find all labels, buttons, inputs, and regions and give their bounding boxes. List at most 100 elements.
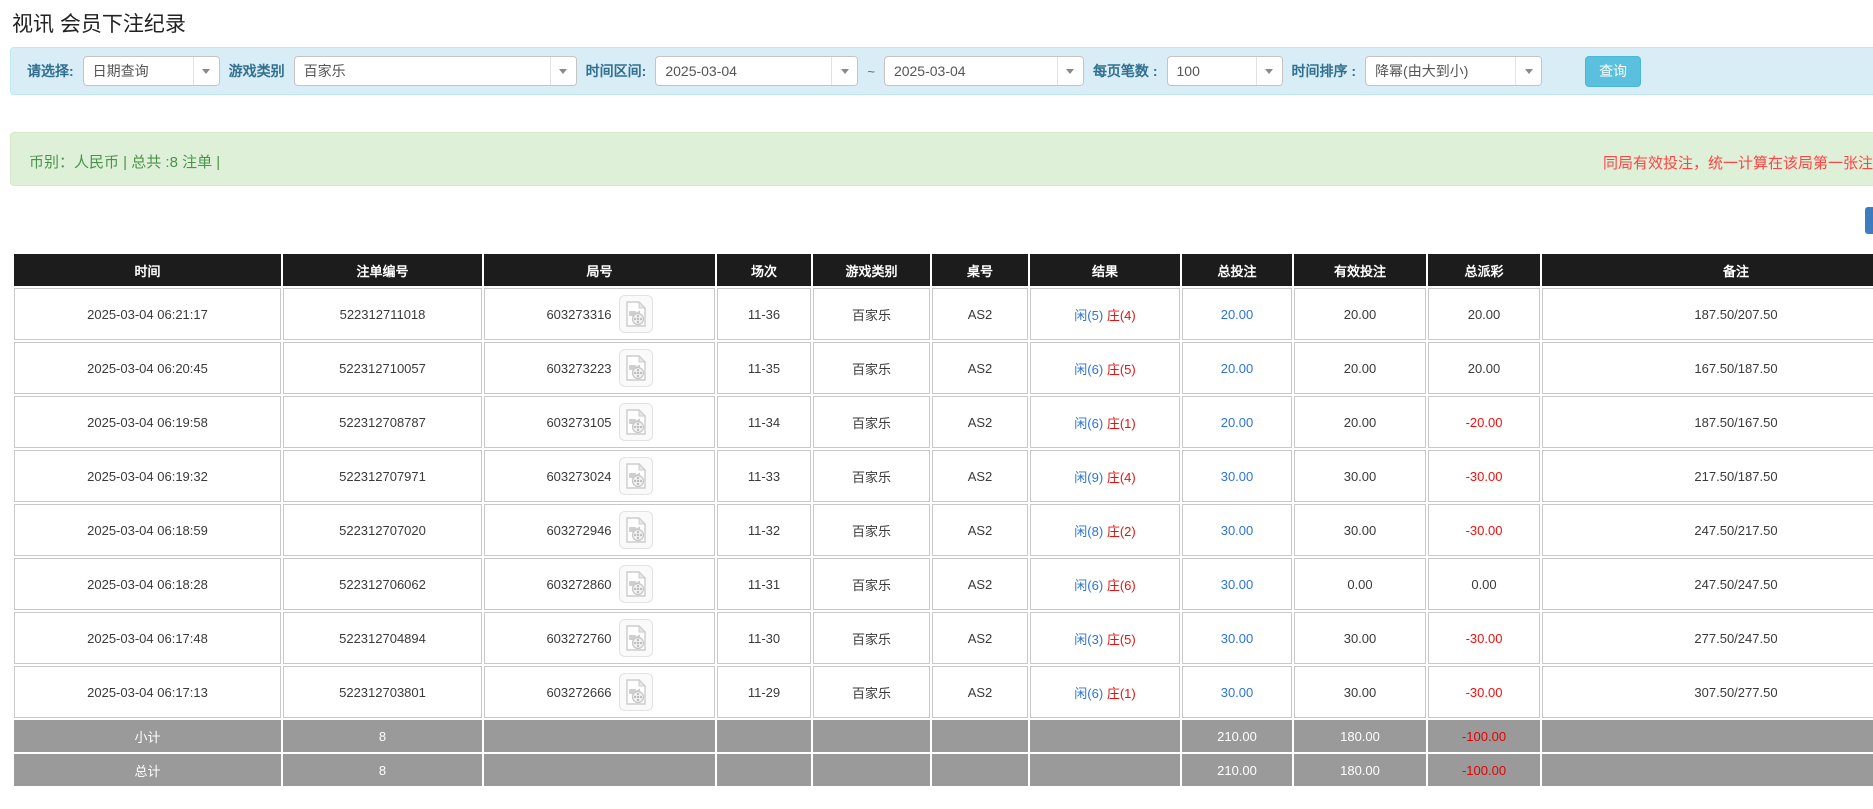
cell-empty bbox=[932, 754, 1028, 786]
video-replay-button[interactable] bbox=[619, 619, 653, 657]
cell-empty bbox=[813, 754, 930, 786]
cell-bet-id: 522312710057 bbox=[283, 342, 482, 394]
round-id-text: 603272666 bbox=[546, 685, 611, 700]
date-to-value: 2025-03-04 bbox=[885, 57, 1057, 85]
table-body: 2025-03-04 06:21:17 522312711018 6032733… bbox=[14, 288, 1873, 718]
result-player: 闲(6) bbox=[1074, 416, 1103, 431]
cell-valid-bet: 20.00 bbox=[1294, 396, 1426, 448]
game-type-select[interactable]: 百家乐 bbox=[294, 56, 577, 86]
cell-result: 闲(5) 庄(4) bbox=[1030, 288, 1180, 340]
clipped-edge-button[interactable] bbox=[1865, 207, 1873, 234]
cell-bet-id: 522312703801 bbox=[283, 666, 482, 718]
search-button[interactable]: 查询 bbox=[1585, 56, 1641, 87]
date-to-select[interactable]: 2025-03-04 bbox=[884, 56, 1084, 86]
cell-total-bet: 20.00 bbox=[1182, 288, 1292, 340]
table-row: 2025-03-04 06:20:45 522312710057 6032732… bbox=[14, 342, 1873, 394]
cell-remark: 307.50/277.50 bbox=[1542, 666, 1873, 718]
video-replay-icon bbox=[625, 463, 647, 489]
cell-game-type: 百家乐 bbox=[813, 504, 930, 556]
cell-bet-id: 522312707020 bbox=[283, 504, 482, 556]
video-replay-button[interactable] bbox=[619, 511, 653, 549]
summary-bar: 币别：人民币 | 总共 :8 注单 | 同局有效投注，统一计算在该局第一张注单内 bbox=[10, 132, 1873, 186]
cell-total-bet: 30.00 bbox=[1182, 450, 1292, 502]
chevron-down-icon[interactable] bbox=[1057, 57, 1083, 85]
sort-order-select[interactable]: 降幂(由大到小) bbox=[1365, 56, 1542, 86]
table-row: 2025-03-04 06:19:32 522312707971 6032730… bbox=[14, 450, 1873, 502]
cell-summary-count: 8 bbox=[283, 754, 482, 786]
cell-empty bbox=[1542, 754, 1873, 786]
cell-session: 11-30 bbox=[717, 612, 811, 664]
chevron-down-icon[interactable] bbox=[550, 57, 576, 85]
chevron-down-icon[interactable] bbox=[1515, 57, 1541, 85]
video-replay-button[interactable] bbox=[619, 673, 653, 711]
query-type-select[interactable]: 日期查询 bbox=[83, 56, 220, 86]
cell-game-type: 百家乐 bbox=[813, 558, 930, 610]
cell-time: 2025-03-04 06:19:32 bbox=[14, 450, 281, 502]
cell-summary-total-bet: 210.00 bbox=[1182, 720, 1292, 752]
cell-time: 2025-03-04 06:17:13 bbox=[14, 666, 281, 718]
game-type-value: 百家乐 bbox=[295, 57, 550, 85]
result-player: 闲(9) bbox=[1074, 470, 1103, 485]
cell-table-no: AS2 bbox=[932, 288, 1028, 340]
cell-valid-bet: 30.00 bbox=[1294, 450, 1426, 502]
video-replay-icon bbox=[625, 301, 647, 327]
column-header: 桌号 bbox=[932, 254, 1028, 286]
cell-total-bet: 30.00 bbox=[1182, 504, 1292, 556]
cell-round-id: 603272946 bbox=[484, 504, 715, 556]
round-id-text: 603273223 bbox=[546, 361, 611, 376]
cell-round-id: 603273105 bbox=[484, 396, 715, 448]
column-header: 游戏类别 bbox=[813, 254, 930, 286]
cell-session: 11-36 bbox=[717, 288, 811, 340]
table-row: 2025-03-04 06:17:48 522312704894 6032727… bbox=[14, 612, 1873, 664]
cell-valid-bet: 30.00 bbox=[1294, 504, 1426, 556]
table-row: 2025-03-04 06:18:59 522312707020 6032729… bbox=[14, 504, 1873, 556]
round-id-text: 603272760 bbox=[546, 631, 611, 646]
cell-valid-bet: 20.00 bbox=[1294, 342, 1426, 394]
cell-empty bbox=[1030, 754, 1180, 786]
cell-table-no: AS2 bbox=[932, 666, 1028, 718]
video-replay-button[interactable] bbox=[619, 457, 653, 495]
result-player: 闲(5) bbox=[1074, 308, 1103, 323]
column-header: 场次 bbox=[717, 254, 811, 286]
cell-bet-id: 522312707971 bbox=[283, 450, 482, 502]
cell-bet-id: 522312711018 bbox=[283, 288, 482, 340]
table-header-row: 时间注单编号局号场次游戏类别桌号结果总投注有效投注总派彩备注 bbox=[14, 254, 1873, 286]
chevron-down-icon[interactable] bbox=[1256, 57, 1282, 85]
chevron-down-icon[interactable] bbox=[193, 57, 219, 85]
cell-valid-bet: 0.00 bbox=[1294, 558, 1426, 610]
cell-empty bbox=[932, 720, 1028, 752]
page-title: 视讯 会员下注纪录 bbox=[12, 8, 186, 38]
currency-total-text: 币别：人民币 | 总共 :8 注单 | bbox=[29, 151, 220, 172]
video-replay-button[interactable] bbox=[619, 295, 653, 333]
result-banker: 庄(1) bbox=[1107, 416, 1136, 431]
table-row: 2025-03-04 06:21:17 522312711018 6032733… bbox=[14, 288, 1873, 340]
time-range-label: 时间区间: bbox=[586, 61, 647, 81]
column-header: 总派彩 bbox=[1428, 254, 1540, 286]
date-from-select[interactable]: 2025-03-04 bbox=[655, 56, 858, 86]
date-from-value: 2025-03-04 bbox=[656, 57, 831, 85]
table-footer: 小计 8 210.00 180.00 -100.00 总计 8 210.00 1… bbox=[14, 720, 1873, 786]
page-size-select[interactable]: 100 bbox=[1167, 56, 1283, 86]
page-size-value: 100 bbox=[1168, 57, 1256, 85]
result-player: 闲(6) bbox=[1074, 578, 1103, 593]
video-replay-button[interactable] bbox=[619, 403, 653, 441]
cell-total-bet: 30.00 bbox=[1182, 612, 1292, 664]
cell-time: 2025-03-04 06:18:59 bbox=[14, 504, 281, 556]
chevron-down-icon[interactable] bbox=[831, 57, 857, 85]
cell-game-type: 百家乐 bbox=[813, 666, 930, 718]
cell-game-type: 百家乐 bbox=[813, 342, 930, 394]
result-player: 闲(6) bbox=[1074, 362, 1103, 377]
cell-game-type: 百家乐 bbox=[813, 396, 930, 448]
video-replay-button[interactable] bbox=[619, 565, 653, 603]
cell-summary-total-bet: 210.00 bbox=[1182, 754, 1292, 786]
cell-summary-label: 小计 bbox=[14, 720, 281, 752]
column-header: 总投注 bbox=[1182, 254, 1292, 286]
cell-game-type: 百家乐 bbox=[813, 450, 930, 502]
column-header: 有效投注 bbox=[1294, 254, 1426, 286]
video-replay-icon bbox=[625, 409, 647, 435]
video-replay-button[interactable] bbox=[619, 349, 653, 387]
cell-payout: -30.00 bbox=[1428, 612, 1540, 664]
cell-time: 2025-03-04 06:19:58 bbox=[14, 396, 281, 448]
sort-order-value: 降幂(由大到小) bbox=[1366, 57, 1515, 85]
cell-result: 闲(6) 庄(5) bbox=[1030, 342, 1180, 394]
